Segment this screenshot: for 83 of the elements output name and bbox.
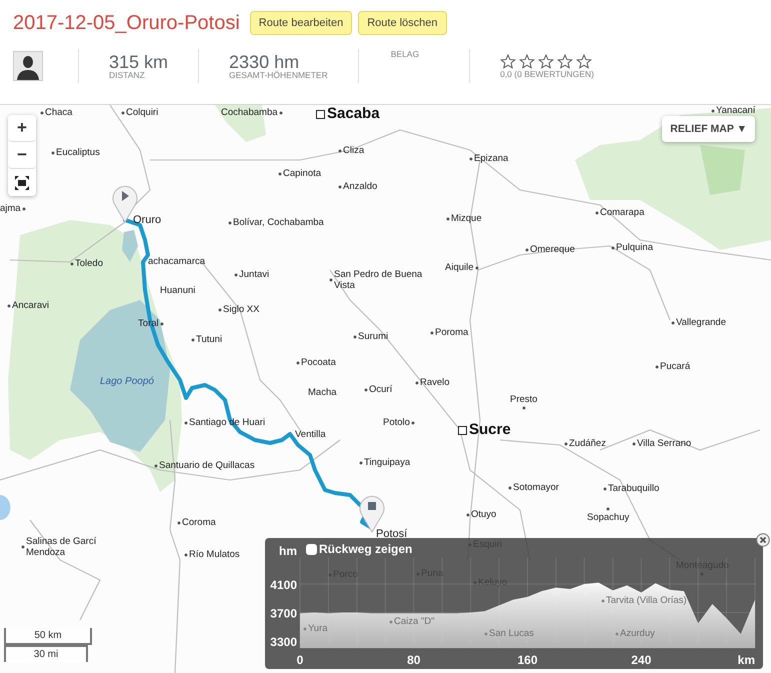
stat-value: 315 km bbox=[109, 52, 168, 70]
place-label: Ocurí bbox=[364, 384, 392, 395]
place-label: Ravelo bbox=[415, 377, 450, 388]
place-label: Ancaravi bbox=[7, 300, 49, 311]
place-label: Presto bbox=[510, 394, 538, 410]
checkbox[interactable] bbox=[306, 544, 317, 554]
place-label: Coroma bbox=[177, 517, 216, 528]
place-label: Potosí bbox=[376, 528, 408, 541]
place-label: Capinota bbox=[278, 168, 322, 179]
place-label: Santuario de Quillacas bbox=[154, 460, 255, 471]
fullscreen-icon bbox=[15, 176, 29, 190]
place-label: Juntavi bbox=[234, 269, 270, 280]
place-label: Zudáñez bbox=[564, 438, 606, 449]
place-label: Río Mulatos bbox=[184, 549, 240, 560]
place-label: Otuyo bbox=[466, 509, 496, 520]
place-label: Sotomayor bbox=[508, 482, 559, 493]
place-label: Pocoata bbox=[296, 357, 336, 368]
zoom-in-button[interactable]: + bbox=[8, 115, 36, 142]
axis-tick-label: 3300 bbox=[270, 635, 297, 649]
place-label: Eucaliptus bbox=[51, 147, 100, 158]
place-label: Potolo bbox=[383, 417, 415, 428]
place-label: Pulquina bbox=[611, 242, 653, 253]
stat-label: BELAG bbox=[390, 49, 420, 59]
axis-tick-label: 4100 bbox=[270, 578, 297, 592]
place-label: Sucre bbox=[458, 421, 511, 439]
place-label: Toledo bbox=[70, 258, 103, 269]
lake-area bbox=[122, 230, 138, 262]
place-label: Siglo XX bbox=[218, 304, 260, 315]
place-label: Aiquile bbox=[445, 262, 479, 273]
place-label: Anzaldo bbox=[338, 181, 378, 192]
place-label: Colquiri bbox=[121, 107, 158, 118]
map-layer-button[interactable]: RELIEF MAP ▼ bbox=[662, 116, 755, 142]
close-icon bbox=[756, 533, 770, 547]
route-title: 2017-12-05_Oruro-Potosi bbox=[13, 11, 240, 36]
place-label: Chaca bbox=[40, 107, 72, 118]
rating-count: 0,0 (0 BEWERTUNGEN) bbox=[500, 68, 594, 78]
scale-bar-label: 30 mi bbox=[4, 645, 88, 662]
axis-label: km bbox=[738, 653, 755, 667]
place-label: Ventilla bbox=[295, 429, 326, 440]
close-button[interactable] bbox=[756, 533, 770, 547]
place-label: Pucará bbox=[655, 361, 690, 372]
axis-tick-label: 160 bbox=[517, 653, 538, 667]
axis-label: hm bbox=[279, 544, 297, 558]
vegetation-area bbox=[700, 145, 745, 195]
place-label: Surumi bbox=[353, 331, 388, 342]
route-action-button[interactable]: Route bearbeiten bbox=[250, 11, 352, 35]
fullscreen-button[interactable] bbox=[8, 169, 36, 196]
place-label: Poroma bbox=[430, 327, 468, 338]
avatar-icon bbox=[13, 51, 43, 81]
place-label: Sacaba bbox=[316, 105, 380, 123]
scale-bar-label: 50 km bbox=[4, 628, 92, 645]
axis-tick-label: 240 bbox=[631, 653, 652, 667]
place-label: ajma bbox=[0, 203, 26, 214]
star-rating[interactable] bbox=[500, 54, 594, 68]
stat-value: 2330 hm bbox=[229, 52, 300, 70]
place-label: Epizana bbox=[469, 153, 508, 164]
place-label: Omereque bbox=[525, 244, 575, 255]
axis-tick-label: 0 bbox=[296, 653, 304, 667]
place-label: Oruro bbox=[133, 214, 162, 227]
axis-tick-label: 80 bbox=[407, 653, 420, 667]
stat-label: DISTANZ bbox=[109, 70, 146, 80]
place-label: Vallegrande bbox=[671, 317, 726, 328]
place-label: Tinguipaya bbox=[359, 457, 410, 468]
checkbox-label[interactable]: Rückweg zeigen bbox=[319, 542, 412, 556]
place-label: Sopachuy bbox=[587, 507, 630, 523]
place-label: Mizque bbox=[446, 213, 482, 224]
place-label: Lago Poopó bbox=[100, 376, 154, 387]
place-label: Comarapa bbox=[595, 207, 644, 218]
axis-tick-label: 3700 bbox=[270, 606, 297, 620]
place-label: Bolívar, Cochabamba bbox=[228, 217, 324, 228]
lake-area bbox=[0, 495, 10, 520]
place-label: Macha bbox=[308, 387, 337, 398]
place-label: Villa Serrano bbox=[632, 438, 692, 449]
place-label: achacamarca bbox=[148, 256, 206, 267]
place-label: Cliza bbox=[338, 145, 364, 156]
place-label: Tutuni bbox=[191, 334, 222, 345]
zoom-out-button[interactable]: − bbox=[8, 142, 36, 169]
place-label: Cochabamba bbox=[221, 107, 283, 118]
place-label: Huanuni bbox=[160, 285, 196, 296]
place-label: Yanacaní bbox=[711, 105, 756, 116]
route-action-button[interactable]: Route löschen bbox=[358, 11, 447, 35]
stat-label: GESAMT-HÖHENMETER bbox=[229, 70, 328, 80]
place-label: Tarabuquillo bbox=[603, 483, 660, 494]
